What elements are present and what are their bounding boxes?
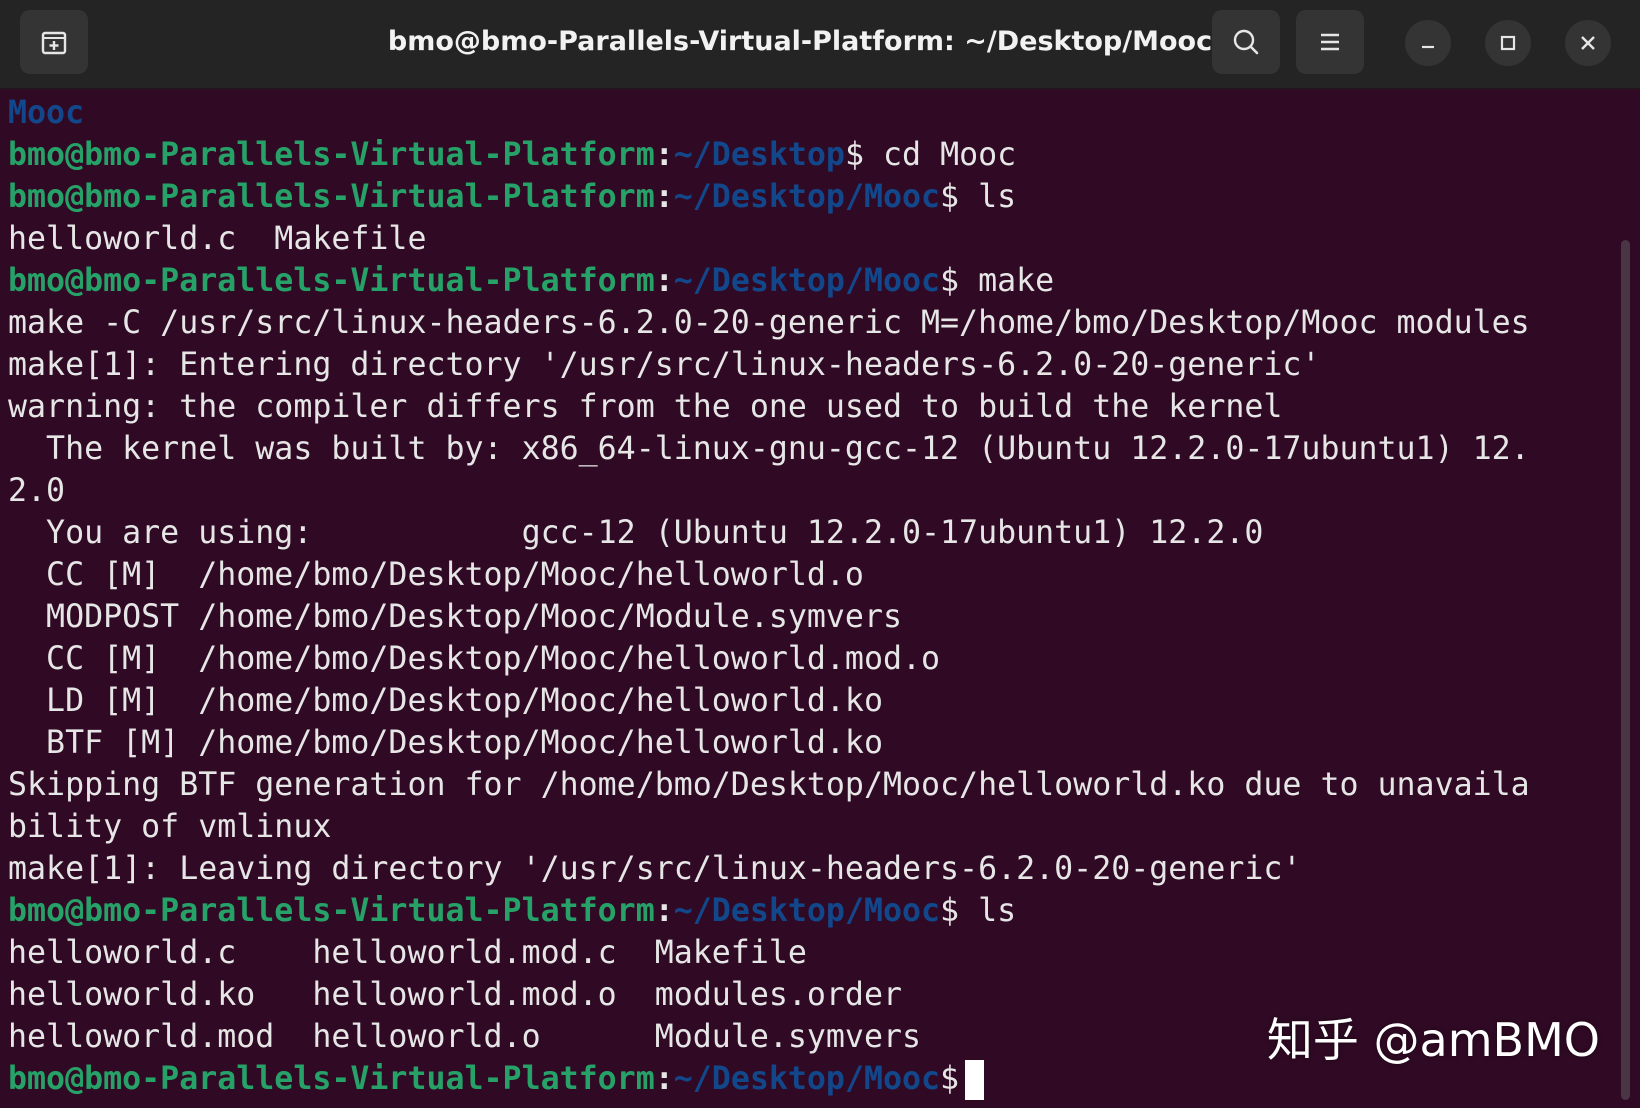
maximize-icon <box>1500 35 1516 51</box>
output-line: helloworld.c Makefile <box>8 221 427 257</box>
new-tab-button[interactable] <box>20 10 88 74</box>
window-title: bmo@bmo-Parallels-Virtual-Platform: ~/De… <box>387 26 1213 57</box>
output-line: MODPOST /home/bmo/Desktop/Mooc/Module.sy… <box>8 599 902 635</box>
close-button[interactable] <box>1565 20 1611 66</box>
terminal-output[interactable]: Mooc bmo@bmo-Parallels-Virtual-Platform:… <box>8 92 1608 1108</box>
output-line: Skipping BTF generation for /home/bmo/De… <box>8 767 1530 803</box>
output-line: Mooc <box>8 95 85 131</box>
prompt-line: bmo@bmo-Parallels-Virtual-Platform:~/Des… <box>8 263 1055 299</box>
output-line: CC [M] /home/bmo/Desktop/Mooc/helloworld… <box>8 641 941 677</box>
output-line: make -C /usr/src/linux-headers-6.2.0-20-… <box>8 305 1530 341</box>
output-line: make[1]: Entering directory '/usr/src/li… <box>8 347 1321 383</box>
output-line: CC [M] /home/bmo/Desktop/Mooc/helloworld… <box>8 557 864 593</box>
terminal-window: bmo@bmo-Parallels-Virtual-Platform: ~/De… <box>0 0 1640 1108</box>
output-line: warning: the compiler differs from the o… <box>8 389 1283 425</box>
maximize-button[interactable] <box>1485 20 1531 66</box>
prompt-line: bmo@bmo-Parallels-Virtual-Platform:~/Des… <box>8 179 1017 215</box>
menu-button[interactable] <box>1296 10 1364 74</box>
output-line: The kernel was built by: x86_64-linux-gn… <box>8 431 1530 467</box>
hamburger-menu-icon <box>1321 33 1339 51</box>
title-bar: bmo@bmo-Parallels-Virtual-Platform: ~/De… <box>0 0 1640 89</box>
prompt-line: bmo@bmo-Parallels-Virtual-Platform:~/Des… <box>8 893 1017 929</box>
minimize-button[interactable] <box>1405 20 1451 66</box>
search-icon <box>1233 29 1259 55</box>
prompt-line: bmo@bmo-Parallels-Virtual-Platform:~/Des… <box>8 137 1017 173</box>
output-line: You are using: gcc-12 (Ubuntu 12.2.0-17u… <box>8 515 1264 551</box>
watermark: 知乎 @amBMO <box>1266 1013 1600 1067</box>
output-line: make[1]: Leaving directory '/usr/src/lin… <box>8 851 1302 887</box>
search-button[interactable] <box>1212 10 1280 74</box>
scrollbar[interactable] <box>1621 240 1630 1100</box>
output-line: LD [M] /home/bmo/Desktop/Mooc/helloworld… <box>8 683 883 719</box>
output-line: BTF [M] /home/bmo/Desktop/Mooc/helloworl… <box>8 725 883 761</box>
new-tab-icon <box>41 31 67 55</box>
output-line: 2.0 <box>8 473 66 509</box>
close-icon <box>1581 36 1595 50</box>
output-line: helloworld.c helloworld.mod.c Makefile <box>8 935 807 971</box>
output-line: bility of vmlinux <box>8 809 332 845</box>
text-cursor <box>965 1060 985 1100</box>
minimize-icon <box>1422 45 1434 49</box>
